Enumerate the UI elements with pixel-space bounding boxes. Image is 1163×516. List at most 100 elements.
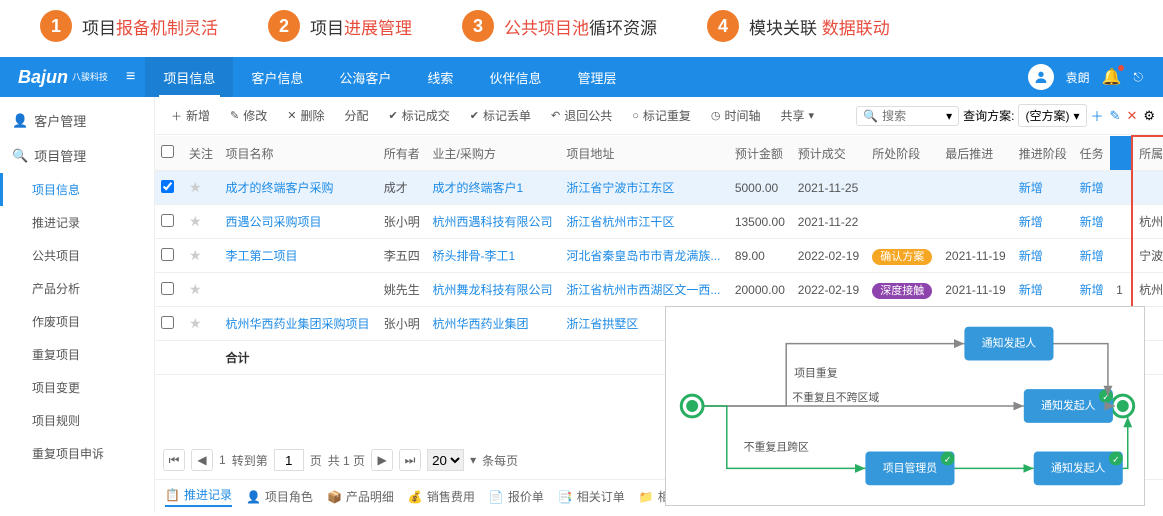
- subtab[interactable]: 📑相关订单: [558, 486, 625, 507]
- star-icon[interactable]: ★: [189, 247, 202, 263]
- feature-num: 4: [707, 10, 739, 42]
- prev-page-button[interactable]: ◀: [191, 449, 213, 471]
- project-name-link[interactable]: 西遇公司采购项目: [226, 215, 322, 229]
- row-checkbox[interactable]: [161, 214, 174, 227]
- edit-button[interactable]: ✎修改: [222, 103, 275, 128]
- feature-banner: 1 项目报备机制灵活 2 项目进展管理 3 公共项目池循环资源 4 模块关联 数…: [0, 0, 1163, 57]
- mark-lose-button[interactable]: ✔标记丢单: [462, 103, 539, 128]
- notification-icon[interactable]: 🔔: [1102, 67, 1122, 87]
- logout-icon[interactable]: ⎋: [1134, 70, 1144, 85]
- nav-tab-public-customer[interactable]: 公海客户: [321, 57, 409, 97]
- settings-icon[interactable]: ⚙: [1143, 108, 1155, 124]
- stage-badge: 确认方案: [872, 249, 932, 265]
- sidebar-item-project-change[interactable]: 项目变更: [0, 371, 154, 404]
- mark-dup-button[interactable]: ○标记重复: [624, 103, 699, 128]
- delete-button[interactable]: ✕删除: [279, 103, 332, 128]
- star-icon[interactable]: ★: [189, 315, 202, 331]
- avatar[interactable]: [1028, 64, 1054, 90]
- feature-num: 3: [462, 10, 494, 42]
- feature-num: 2: [268, 10, 300, 42]
- sidebar-item-dup-projects[interactable]: 重复项目: [0, 338, 154, 371]
- feature-3: 3 公共项目池循环资源: [462, 10, 657, 42]
- sidebar-item-void-projects[interactable]: 作废项目: [0, 305, 154, 338]
- subtab[interactable]: 📦产品明细: [327, 486, 394, 507]
- sidebar-item-dup-appeal[interactable]: 重复项目申诉: [0, 437, 154, 470]
- nav-tab-customer-info[interactable]: 客户信息: [233, 57, 321, 97]
- subtab[interactable]: 📋推进记录: [165, 486, 232, 507]
- nav-tab-leads[interactable]: 线索: [409, 57, 471, 97]
- last-page-button[interactable]: ⏭: [399, 449, 421, 471]
- return-pool-button[interactable]: ↶退回公共: [543, 103, 620, 128]
- buyer-link[interactable]: 杭州西遇科技有限公司: [433, 215, 553, 229]
- svg-text:不重复且跨区: 不重复且跨区: [744, 440, 809, 454]
- delete-scheme-icon[interactable]: ✕: [1126, 108, 1137, 124]
- buyer-link[interactable]: 桥头排骨-李工1: [433, 249, 516, 263]
- feature-4: 4 模块关联 数据联动: [707, 10, 890, 42]
- timeline-button[interactable]: ◷时间轴: [703, 103, 769, 128]
- sidebar-item-public-projects[interactable]: 公共项目: [0, 239, 154, 272]
- add-button[interactable]: ＋新增: [163, 103, 218, 128]
- address-link[interactable]: 浙江省杭州市西湖区文一西...: [566, 283, 720, 297]
- nav-tabs: 项目信息 客户信息 公海客户 线索 伙伴信息 管理层: [145, 57, 634, 97]
- search-input[interactable]: 🔍 ▾: [856, 106, 959, 126]
- mark-deal-button[interactable]: ✔标记成交: [381, 103, 458, 128]
- row-checkbox[interactable]: [161, 248, 174, 261]
- chevron-down-icon[interactable]: ▾: [946, 109, 952, 123]
- project-name-link[interactable]: 杭州华西药业集团采购项目: [226, 317, 370, 331]
- add-scheme-icon[interactable]: ＋: [1091, 106, 1104, 125]
- assign-button[interactable]: 分配: [336, 103, 376, 128]
- address-link[interactable]: 河北省秦皇岛市市青龙满族...: [566, 249, 720, 263]
- logo[interactable]: Bajun 八骏科技: [10, 67, 116, 88]
- first-page-button[interactable]: ⏮: [163, 449, 185, 471]
- buyer-link[interactable]: 杭州华西药业集团: [433, 317, 529, 331]
- share-button[interactable]: 共享▾: [773, 103, 823, 128]
- table-header: 关注 项目名称 所有者 业主/采购方 项目地址 预计金额 预计成交 所处阶段 最…: [155, 136, 1163, 171]
- address-link[interactable]: 浙江省拱墅区: [566, 317, 638, 331]
- star-icon[interactable]: ★: [189, 213, 202, 229]
- project-name-link[interactable]: 李工第二项目: [226, 249, 298, 263]
- workflow-diagram: 通知发起人 通知发起人 项目管理员 通知发起人 ✓ ✓ ✓ 项目重复 不重复且不…: [665, 306, 1145, 506]
- subtab[interactable]: 📄报价单: [489, 486, 544, 507]
- user-name: 袁朗: [1066, 69, 1090, 86]
- sidebar-item-project-rules[interactable]: 项目规则: [0, 404, 154, 437]
- page-input[interactable]: [274, 449, 304, 471]
- star-icon[interactable]: ★: [189, 281, 202, 297]
- star-icon[interactable]: ★: [189, 179, 202, 195]
- nav-tab-partner-info[interactable]: 伙伴信息: [471, 57, 559, 97]
- edit-scheme-icon[interactable]: ✎: [1110, 108, 1121, 124]
- address-link[interactable]: 浙江省杭州市江干区: [566, 215, 674, 229]
- toolbar: ＋新增 ✎修改 ✕删除 分配 ✔标记成交 ✔标记丢单 ↶退回公共 ○标记重复 ◷…: [155, 97, 1163, 135]
- next-page-button[interactable]: ▶: [371, 449, 393, 471]
- subtab[interactable]: 💰销售费用: [408, 486, 475, 507]
- row-checkbox[interactable]: [161, 180, 174, 193]
- buyer-link[interactable]: 杭州舞龙科技有限公司: [433, 283, 553, 297]
- undo-icon: ↶: [551, 109, 560, 122]
- table-row[interactable]: ★ 姚先生 杭州舞龙科技有限公司 浙江省杭州市西湖区文一西... 20000.0…: [155, 273, 1163, 307]
- subtab[interactable]: 👤项目角色: [246, 486, 313, 507]
- table-row[interactable]: ★ 成才的终端客户采购 成才 成才的终端客户1 浙江省宁波市江东区 5000.0…: [155, 171, 1163, 205]
- nav-tab-project-info[interactable]: 项目信息: [145, 57, 233, 97]
- scheme-select[interactable]: (空方案)▾: [1018, 104, 1086, 127]
- sidebar-item-product-analysis[interactable]: 产品分析: [0, 272, 154, 305]
- chevron-down-icon: ▾: [809, 109, 815, 122]
- check-icon: ✔: [470, 109, 479, 122]
- menu-toggle-icon[interactable]: ≡: [126, 68, 135, 86]
- svg-text:项目重复: 项目重复: [794, 365, 838, 379]
- sidebar: 👤 客户管理 🔍 项目管理 项目信息 推进记录 公共项目 产品分析 作废项目 重…: [0, 97, 155, 513]
- sidebar-item-push-records[interactable]: 推进记录: [0, 206, 154, 239]
- table-row[interactable]: ★ 李工第二项目 李五四 桥头排骨-李工1 河北省秦皇岛市市青龙满族... 89…: [155, 239, 1163, 273]
- page-size-select[interactable]: 20: [427, 449, 464, 471]
- sidebar-item-project-info[interactable]: 项目信息: [0, 173, 154, 206]
- table-row[interactable]: ★ 西遇公司采购项目 张小明 杭州西遇科技有限公司 浙江省杭州市江干区 1350…: [155, 205, 1163, 239]
- project-name-link[interactable]: 成才的终端客户采购: [226, 181, 334, 195]
- nav-tab-management[interactable]: 管理层: [559, 57, 634, 97]
- sidebar-group-customer[interactable]: 👤 客户管理: [0, 103, 154, 138]
- select-all-checkbox[interactable]: [161, 145, 174, 158]
- row-checkbox[interactable]: [161, 282, 174, 295]
- buyer-link[interactable]: 成才的终端客户1: [433, 181, 524, 195]
- sidebar-group-project[interactable]: 🔍 项目管理: [0, 138, 154, 173]
- address-link[interactable]: 浙江省宁波市江东区: [566, 181, 674, 195]
- subtab-icon: 📁: [639, 490, 654, 504]
- row-checkbox[interactable]: [161, 316, 174, 329]
- feature-2: 2 项目进展管理: [268, 10, 412, 42]
